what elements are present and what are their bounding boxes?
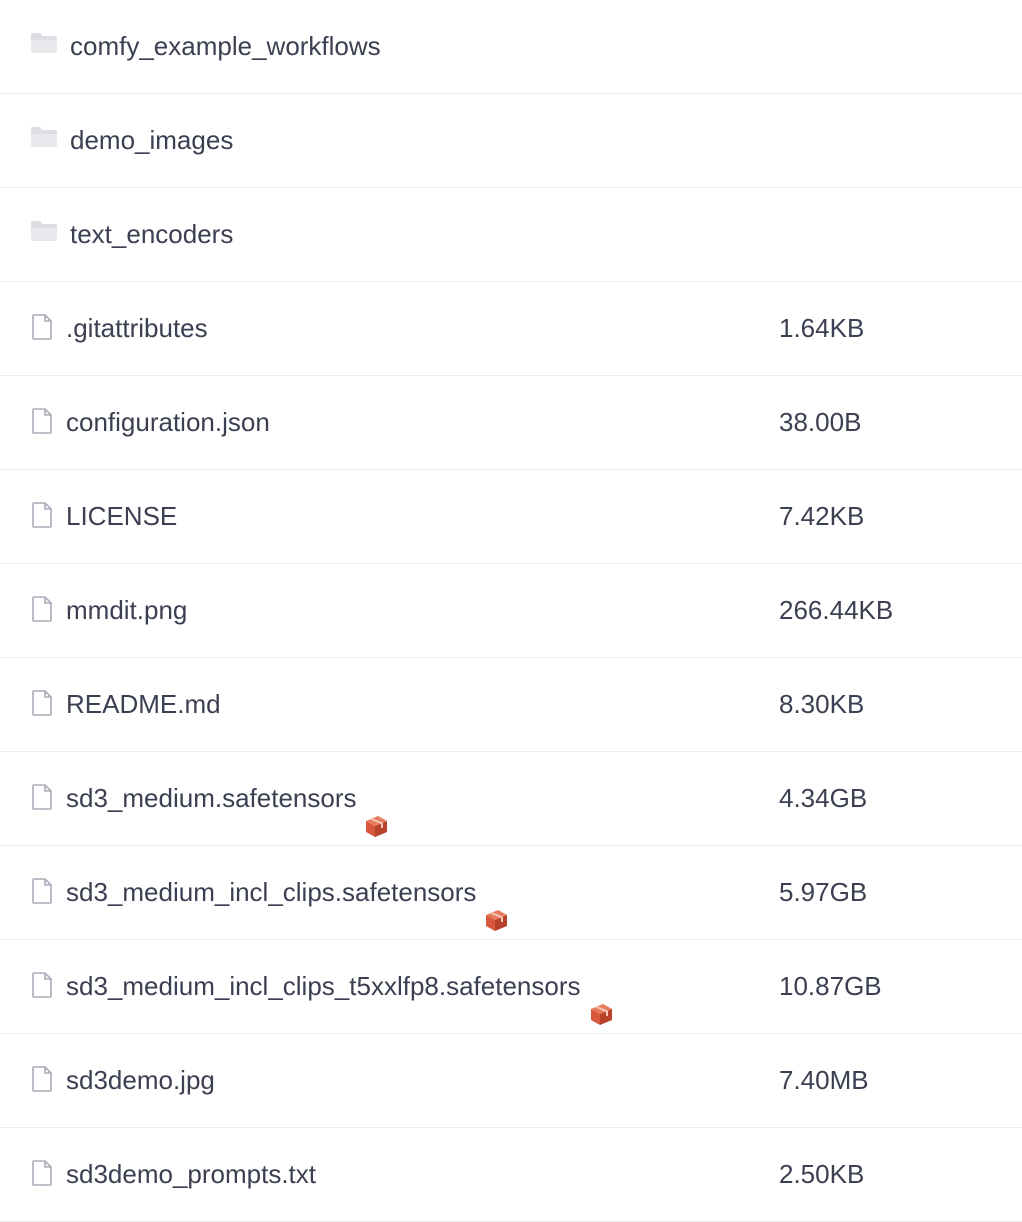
file-row[interactable]: README.md 8.30KB bbox=[0, 658, 1022, 752]
file-name[interactable]: sd3_medium_incl_clips.safetensors bbox=[66, 846, 510, 939]
file-row[interactable]: .gitattributes 1.64KB bbox=[0, 282, 1022, 376]
file-icon bbox=[30, 688, 54, 718]
file-size: 5.97GB bbox=[779, 877, 868, 907]
file-icon bbox=[30, 406, 54, 436]
file-row[interactable]: sd3demo_prompts.txt 2.50KB bbox=[0, 1128, 1022, 1222]
file-name[interactable]: .gitattributes bbox=[66, 282, 208, 375]
file-name[interactable]: README.md bbox=[66, 658, 221, 751]
file-name-text[interactable]: sd3_medium_incl_clips.safetensors bbox=[66, 846, 476, 939]
lfs-package-icon bbox=[362, 785, 390, 837]
file-name-text[interactable]: sd3_medium.safetensors bbox=[66, 752, 356, 845]
file-size: 2.50KB bbox=[779, 1159, 865, 1189]
file-name[interactable]: sd3demo_prompts.txt bbox=[66, 1128, 316, 1221]
file-size: 7.40MB bbox=[779, 1065, 869, 1095]
file-name[interactable]: LICENSE bbox=[66, 470, 177, 563]
folder-name[interactable]: text_encoders bbox=[70, 188, 233, 281]
file-size: 8.30KB bbox=[779, 689, 865, 719]
file-row[interactable]: sd3_medium.safetensors 4.34GB bbox=[0, 752, 1022, 846]
file-row[interactable]: configuration.json 38.00B bbox=[0, 376, 1022, 470]
file-name[interactable]: configuration.json bbox=[66, 376, 270, 469]
file-size: 1.64KB bbox=[779, 313, 865, 343]
file-icon bbox=[30, 312, 54, 342]
file-row[interactable]: LICENSE 7.42KB bbox=[0, 470, 1022, 564]
file-icon bbox=[30, 782, 54, 812]
file-row[interactable]: sd3_medium_incl_clips_t5xxlfp8.safetenso… bbox=[0, 940, 1022, 1034]
file-icon bbox=[30, 1158, 54, 1188]
file-name[interactable]: mmdit.png bbox=[66, 564, 187, 657]
file-icon bbox=[30, 594, 54, 624]
folder-row[interactable]: text_encoders bbox=[0, 188, 1022, 282]
file-name[interactable]: sd3demo.jpg bbox=[66, 1034, 215, 1127]
file-icon bbox=[30, 876, 54, 906]
file-name-text[interactable]: sd3_medium_incl_clips_t5xxlfp8.safetenso… bbox=[66, 940, 581, 1033]
file-row[interactable]: sd3_medium_incl_clips.safetensors 5.97GB bbox=[0, 846, 1022, 940]
file-size: 7.42KB bbox=[779, 501, 865, 531]
file-icon bbox=[30, 1064, 54, 1094]
file-name-text[interactable]: .gitattributes bbox=[66, 282, 208, 375]
lfs-package-icon bbox=[587, 973, 615, 1025]
file-name-text[interactable]: configuration.json bbox=[66, 376, 270, 469]
file-name-text[interactable]: sd3demo_prompts.txt bbox=[66, 1128, 316, 1221]
file-size: 266.44KB bbox=[779, 595, 894, 625]
file-name-text[interactable]: README.md bbox=[66, 658, 221, 751]
file-size: 38.00B bbox=[779, 407, 862, 437]
folder-icon bbox=[29, 122, 59, 152]
file-size: 10.87GB bbox=[779, 971, 882, 1001]
file-name[interactable]: sd3_medium_incl_clips_t5xxlfp8.safetenso… bbox=[66, 940, 615, 1033]
folder-icon bbox=[29, 28, 59, 58]
file-name-text[interactable]: mmdit.png bbox=[66, 564, 187, 657]
lfs-package-icon bbox=[482, 879, 510, 931]
folder-name[interactable]: demo_images bbox=[70, 94, 233, 187]
file-row[interactable]: sd3demo.jpg 7.40MB bbox=[0, 1034, 1022, 1128]
file-name-text[interactable]: sd3demo.jpg bbox=[66, 1034, 215, 1127]
folder-icon bbox=[29, 216, 59, 246]
file-list: comfy_example_workflows demo_images text… bbox=[0, 0, 1022, 1222]
folder-name[interactable]: comfy_example_workflows bbox=[70, 0, 381, 93]
file-icon bbox=[30, 970, 54, 1000]
file-row[interactable]: mmdit.png 266.44KB bbox=[0, 564, 1022, 658]
file-name-text[interactable]: LICENSE bbox=[66, 470, 177, 563]
file-size: 4.34GB bbox=[779, 783, 868, 813]
folder-row[interactable]: comfy_example_workflows bbox=[0, 0, 1022, 94]
folder-row[interactable]: demo_images bbox=[0, 94, 1022, 188]
file-icon bbox=[30, 500, 54, 530]
file-name[interactable]: sd3_medium.safetensors bbox=[66, 752, 390, 845]
